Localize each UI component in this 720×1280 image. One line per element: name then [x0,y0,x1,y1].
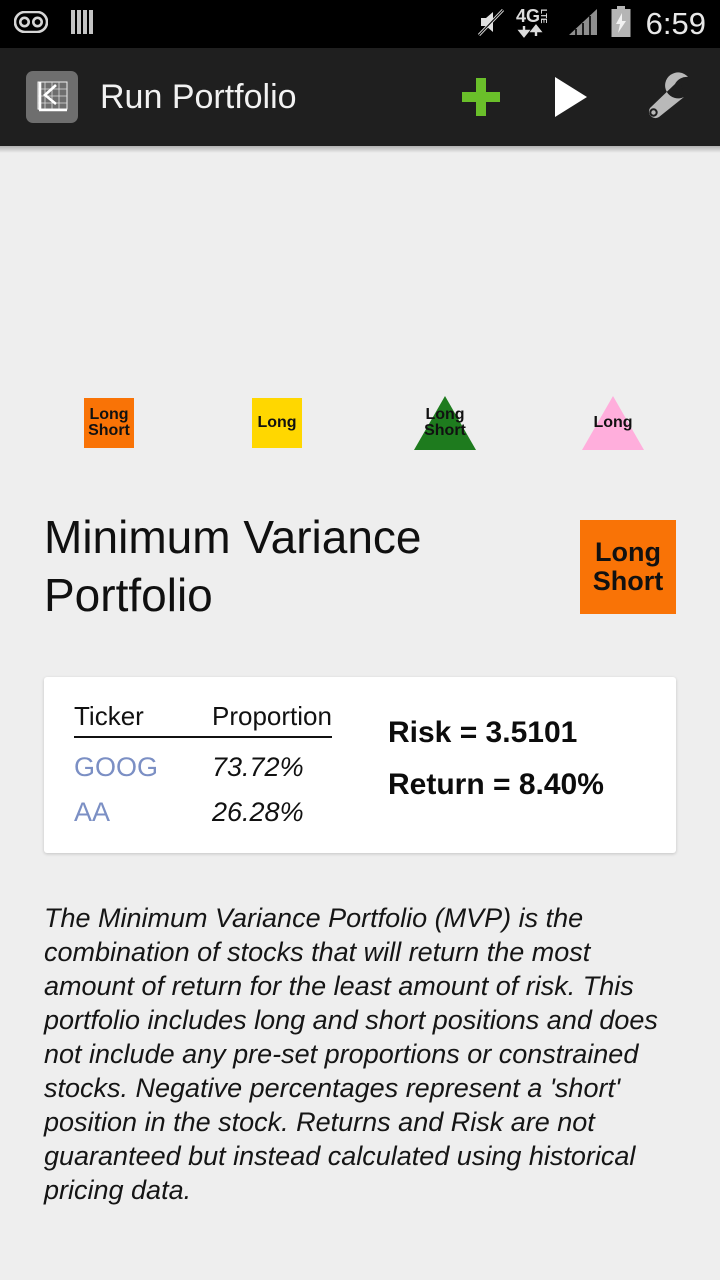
4g-lte-icon: 4G LTE [516,5,558,44]
status-bar: 4G LTE 6:59 [0,0,720,48]
wrench-icon [648,72,688,119]
svg-text:LTE: LTE [539,9,548,24]
legend-label-line2: Short [88,422,130,439]
status-badge-line1: Long [595,537,661,568]
play-icon [555,77,587,117]
action-bar: Run Portfolio [0,48,720,146]
portfolio-description: The Minimum Variance Portfolio (MVP) is … [44,903,658,1205]
legend-label-line2: Short [424,422,466,439]
table-row[interactable]: AA 26.28% [74,783,332,828]
cell-proportion: 26.28% [212,797,304,827]
return-metric: Return = 8.40% [388,768,604,801]
voicemail-icon [13,10,49,38]
legend-item-green-triangle[interactable]: Long Short [411,391,479,455]
allocation-table: Ticker Proportion GOOG 73.72% AA 26.28% [44,677,374,853]
cell-ticker: GOOG [74,752,159,782]
signal-bars-icon [568,8,599,41]
risk-metric: Risk = 3.5101 [388,716,578,749]
column-header-ticker: Ticker [74,701,194,738]
action-bar-shadow [0,146,720,153]
legend-item-yellow-square[interactable]: Long [243,391,311,455]
legend-label-line1: Long [425,405,465,423]
legend-swatch: Long [582,396,644,450]
status-bar-left-icons [13,9,96,40]
main-content: Long Short Long Long Short Long Minimum … [0,153,720,1280]
metrics-area: Risk = 3.5101 Return = 8.40% [374,677,604,853]
legend-swatch: Long Short [84,398,134,448]
legend-item-orange-square[interactable]: Long Short [75,391,143,455]
title-block: Minimum Variance Portfolio Long Short [44,508,676,624]
legend-swatch: Long [252,398,302,448]
add-button[interactable] [436,48,526,146]
page-title: Run Portfolio [100,77,297,116]
cell-proportion: 73.72% [212,752,304,782]
legend-label-line1: Long [89,405,129,423]
legend-label-line1: Long [257,413,297,431]
run-button[interactable] [526,48,616,146]
status-badge-line2: Short [592,566,664,596]
footer-frequency: Frequency: Daily [22,1275,702,1280]
action-bar-buttons [436,48,720,146]
legend-swatch: Long Short [414,396,476,450]
mute-icon [477,7,505,42]
cell-ticker: AA [74,797,111,827]
status-badge: Long Short [580,520,676,614]
settings-button[interactable] [616,48,720,146]
legend-label-line1: Long [593,413,633,431]
table-header-row: Ticker Proportion [74,701,332,738]
status-bar-clock: 6:59 [645,6,706,41]
portfolio-chart-icon[interactable] [26,71,78,123]
results-card: Ticker Proportion GOOG 73.72% AA 26.28% [44,677,676,853]
column-header-proportion: Proportion [194,701,332,738]
footer-info: Frequency: Daily Observations: 218 Limit… [22,1275,702,1280]
table: Ticker Proportion GOOG 73.72% AA 26.28% [74,701,332,828]
plus-icon [462,78,500,116]
legend-label: Long Short [424,405,466,440]
legend-row: Long Short Long Long Short Long [0,391,720,455]
portfolio-title: Minimum Variance Portfolio [44,511,422,621]
battery-charging-icon [610,5,632,43]
table-row[interactable]: GOOG 73.72% [74,737,332,783]
svg-text:4G: 4G [516,6,540,26]
legend-item-pink-triangle[interactable]: Long [579,391,647,455]
legend-label: Long [593,413,633,431]
status-bar-right-icons: 4G LTE 6:59 [477,5,706,44]
sim-bars-icon [70,9,96,40]
